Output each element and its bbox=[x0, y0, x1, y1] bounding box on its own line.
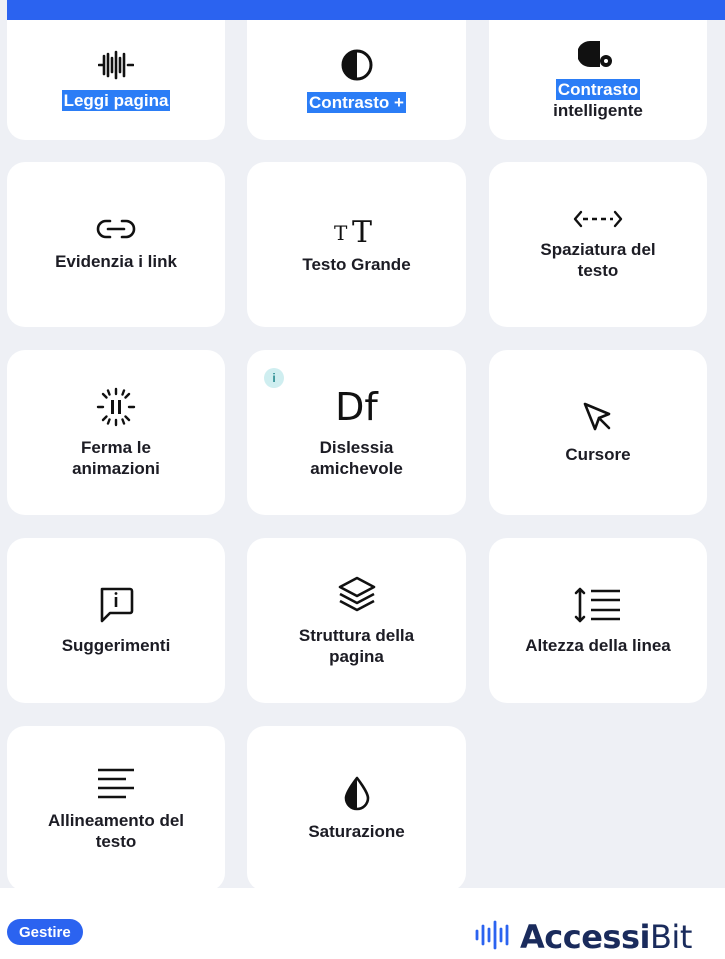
soundwave-logo-icon bbox=[474, 920, 512, 955]
card-label-line2: testo bbox=[577, 260, 619, 280]
info-badge-icon[interactable]: i bbox=[264, 368, 284, 388]
smart-contrast-icon bbox=[578, 39, 618, 69]
accessibit-logo[interactable]: AccessiBit bbox=[474, 918, 692, 956]
tooltip-info-icon bbox=[96, 585, 136, 625]
text-size-icon: T T bbox=[332, 214, 382, 244]
card-struttura-pagina[interactable]: Struttura della pagina bbox=[247, 538, 466, 703]
card-label-line2: animazioni bbox=[72, 458, 160, 478]
footer: Gestire AccessiBit bbox=[0, 888, 725, 959]
card-contrasto-plus[interactable]: Contrasto + bbox=[247, 20, 466, 140]
card-label-line1: Struttura della bbox=[298, 625, 415, 645]
card-label-line2: amichevole bbox=[310, 458, 403, 478]
text-align-icon bbox=[94, 766, 138, 800]
card-label-line1: Ferma le bbox=[81, 437, 151, 457]
card-label: Suggerimenti bbox=[61, 636, 171, 655]
card-label: Contrasto + bbox=[307, 91, 406, 113]
card-label-line1: Dislessia bbox=[319, 437, 394, 457]
card-allineamento-testo[interactable]: Allineamento del testo bbox=[7, 726, 225, 888]
accessibility-options-grid[interactable]: Leggi pagina Contrasto + Contrasto intel… bbox=[7, 20, 725, 888]
card-contrasto-intelligente[interactable]: Contrasto intelligente bbox=[489, 20, 707, 140]
card-label-line1: Allineamento del bbox=[47, 810, 185, 830]
card-label: Cursore bbox=[565, 445, 631, 464]
card-label: Saturazione bbox=[308, 822, 405, 841]
layers-icon bbox=[337, 575, 377, 615]
card-cursore[interactable]: Cursore bbox=[489, 350, 707, 515]
card-label: Evidenzia i link bbox=[55, 252, 177, 271]
line-height-icon bbox=[573, 585, 623, 625]
link-icon bbox=[96, 217, 136, 241]
saturation-drop-icon bbox=[342, 775, 372, 811]
pause-animation-icon bbox=[96, 387, 136, 427]
card-dislessia-amichevole[interactable]: i Df Dislessia amichevole bbox=[247, 350, 466, 515]
sound-wave-icon bbox=[98, 50, 134, 80]
spacing-arrows-icon bbox=[573, 209, 623, 229]
card-label: Altezza della linea bbox=[525, 636, 671, 655]
card-label: Testo Grande bbox=[302, 255, 411, 274]
manage-button[interactable]: Gestire bbox=[7, 919, 83, 945]
card-suggerimenti[interactable]: Suggerimenti bbox=[7, 538, 225, 703]
card-label-line1: Spaziatura del bbox=[540, 239, 656, 259]
card-label-line2: intelligente bbox=[553, 101, 643, 120]
card-label-line1: Contrasto bbox=[555, 79, 641, 100]
card-spaziatura-testo[interactable]: Spaziatura del testo bbox=[489, 162, 707, 327]
top-accent-bar bbox=[7, 0, 725, 20]
card-leggi-pagina[interactable]: Leggi pagina bbox=[7, 20, 225, 140]
brand-name-light: Bit bbox=[649, 918, 692, 956]
contrast-icon bbox=[340, 48, 374, 82]
card-saturazione[interactable]: Saturazione bbox=[247, 726, 466, 888]
cursor-arrow-icon bbox=[581, 400, 615, 434]
card-label-line2: testo bbox=[95, 831, 137, 851]
svg-text:T: T bbox=[352, 215, 372, 244]
card-label-line2: pagina bbox=[329, 646, 384, 666]
card-evidenzia-link[interactable]: Evidenzia i link bbox=[7, 162, 225, 327]
svg-text:T: T bbox=[334, 221, 348, 244]
dyslexia-font-icon: Df bbox=[335, 384, 378, 429]
card-testo-grande[interactable]: T T Testo Grande bbox=[247, 162, 466, 327]
card-ferma-animazioni[interactable]: Ferma le animazioni bbox=[7, 350, 225, 515]
card-altezza-linea[interactable]: Altezza della linea bbox=[489, 538, 707, 703]
card-label: Leggi pagina bbox=[61, 89, 171, 111]
brand-name-bold: Accessi bbox=[520, 918, 650, 956]
